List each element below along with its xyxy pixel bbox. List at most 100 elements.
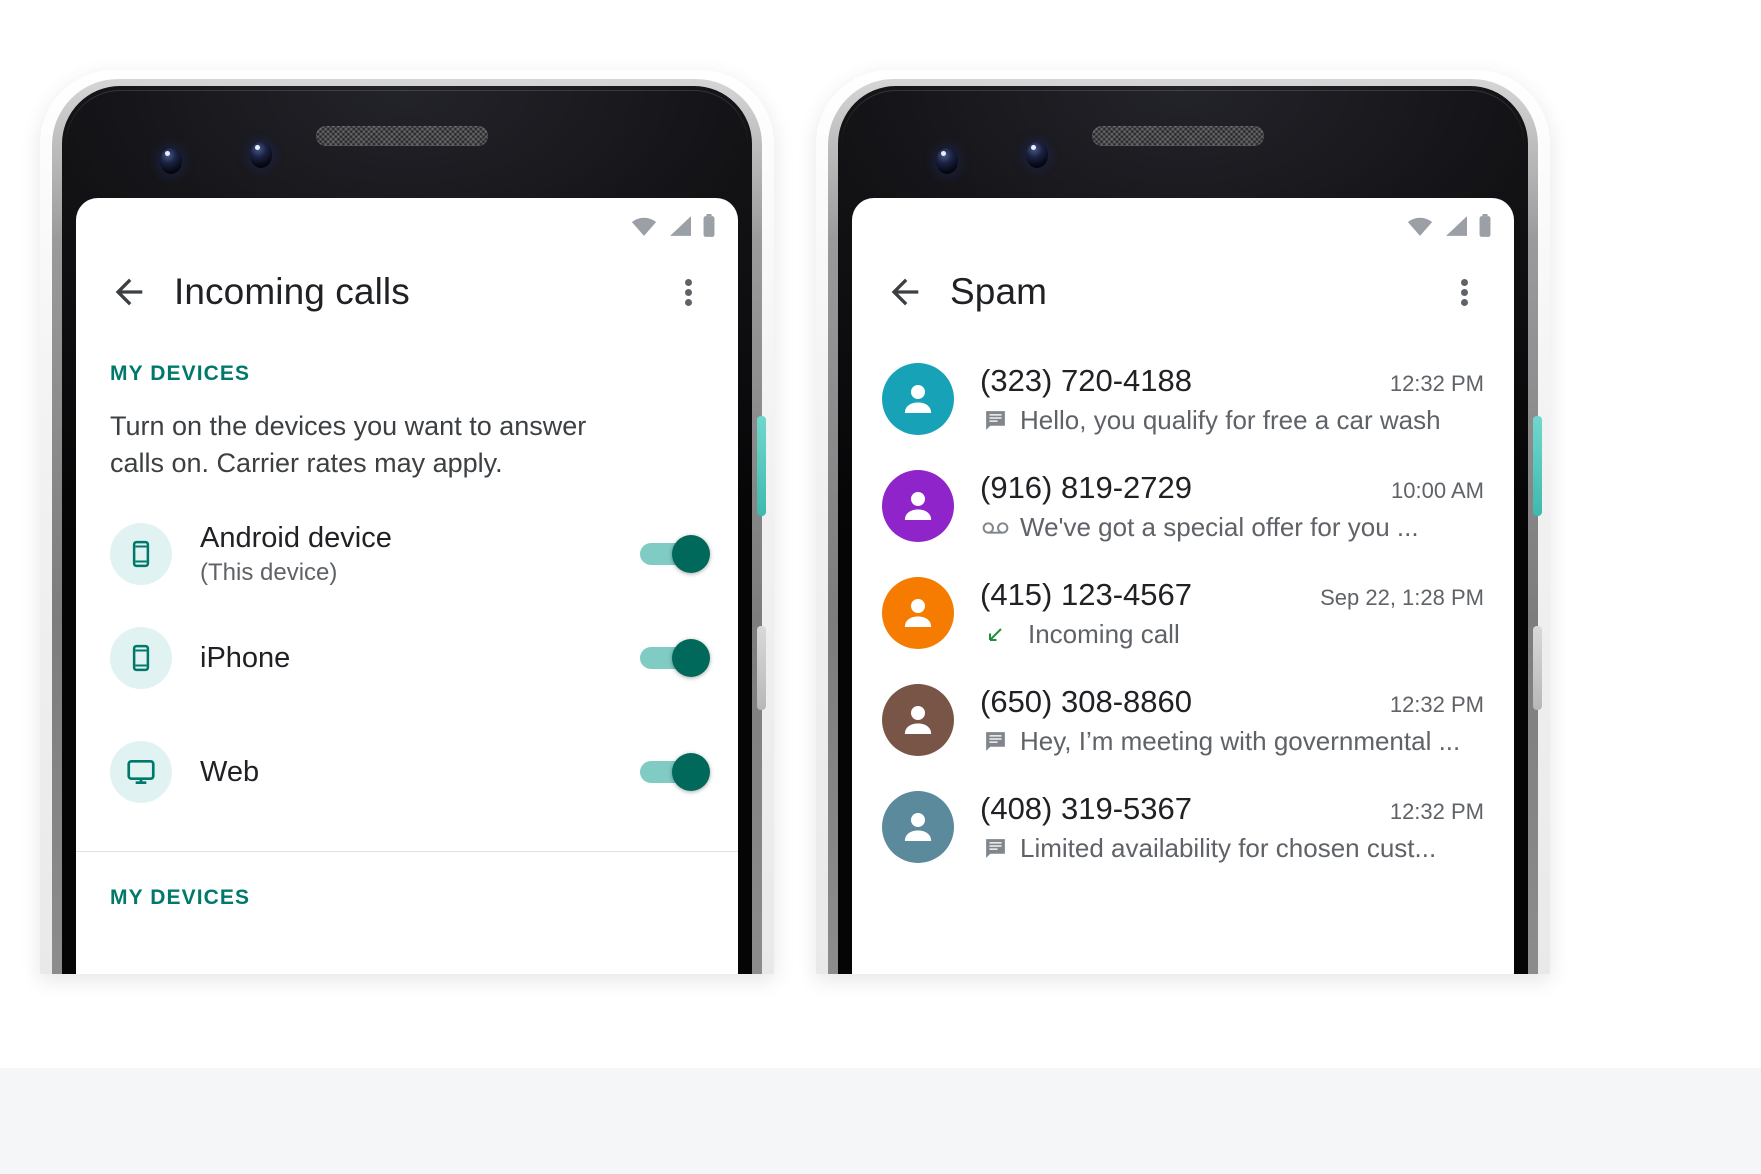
person-icon [904, 385, 932, 413]
avatar [882, 577, 954, 649]
person-icon [904, 706, 932, 734]
device-icon-wrap [110, 522, 172, 585]
page-title-left: Incoming calls [174, 271, 410, 312]
toggle-iphone[interactable] [640, 638, 710, 677]
spam-list-item[interactable]: (916) 819-2729 10:00 AM We've got a spec… [852, 453, 1514, 560]
toggle-web[interactable] [640, 752, 710, 791]
spam-timestamp: 12:32 PM [1389, 371, 1484, 396]
device-text-web: Web [200, 755, 640, 789]
person-icon [904, 492, 932, 520]
battery-icon [1479, 214, 1491, 237]
spam-list-item[interactable]: (650) 308-8860 12:32 PM Hey, I’m meeting… [852, 667, 1514, 774]
more-vert-icon [1460, 276, 1468, 309]
front-camera-icon [160, 148, 182, 174]
sms-message-icon [980, 836, 1010, 861]
spam-timestamp: Sep 22, 1:28 PM [1320, 585, 1484, 610]
phone-right: Spam (323) 720-4188 12:32 PM Hello, you … [816, 70, 1550, 974]
sms-message-icon [980, 408, 1010, 433]
back-button-left[interactable] [102, 265, 156, 319]
toggle-thumb [672, 752, 710, 791]
spam-item-content: (408) 319-5367 12:32 PM Limited availabi… [980, 791, 1484, 864]
battery-icon [703, 214, 715, 237]
voicemail-icon [980, 519, 1010, 537]
device-list: Android device (This device) iPhone Web [76, 483, 738, 829]
device-text-android: Android device (This device) [200, 521, 640, 587]
device-name-iphone: iPhone [200, 641, 291, 674]
person-icon [904, 599, 932, 627]
device-icon-wrap [110, 740, 172, 803]
overflow-menu-button-left[interactable] [664, 265, 712, 319]
earpiece-speaker-grille [316, 126, 488, 146]
avatar [882, 470, 954, 542]
spam-phone-number: (916) 819-2729 [980, 470, 1192, 505]
spam-preview-text: Hey, I’m meeting with governmental ... [1020, 726, 1461, 756]
status-bar-right [852, 198, 1514, 244]
avatar [882, 791, 954, 863]
spam-preview-text: Hello, you qualify for free a car wash [1020, 405, 1441, 435]
device-icon-wrap [110, 626, 172, 689]
toggle-thumb [672, 638, 710, 677]
avatar [882, 684, 954, 756]
spam-item-content: (650) 308-8860 12:32 PM Hey, I’m meeting… [980, 684, 1484, 757]
spam-item-sub-line: Limited availability for chosen cust... [980, 833, 1484, 864]
menu-dot [684, 298, 692, 306]
back-button-right[interactable] [878, 265, 932, 319]
spam-item-top-line: (916) 819-2729 10:00 AM [980, 470, 1484, 506]
cell-signal-icon [1446, 216, 1467, 236]
screen-incoming-calls: Incoming calls MY DEVICES Turn on the de… [76, 198, 738, 974]
device-row-iphone[interactable]: iPhone [76, 601, 738, 715]
incoming-call-arrow-icon [980, 623, 1010, 647]
phone-left-volume-button[interactable] [757, 626, 766, 710]
menu-dot [684, 288, 692, 296]
device-sub-android: (This device) [200, 558, 338, 586]
phone-left-power-button[interactable] [757, 416, 766, 516]
spam-item-content: (323) 720-4188 12:32 PM Hello, you quali… [980, 363, 1484, 436]
spam-list-item[interactable]: (415) 123-4567 Sep 22, 1:28 PM Incoming … [852, 560, 1514, 667]
spam-list-item[interactable]: (323) 720-4188 12:32 PM Hello, you quali… [852, 346, 1514, 453]
spam-timestamp: 12:32 PM [1389, 692, 1484, 717]
spam-item-content: (415) 123-4567 Sep 22, 1:28 PM Incoming … [980, 577, 1484, 650]
spam-item-sub-line: Hello, you qualify for free a car wash [980, 405, 1484, 436]
front-camera-icon [936, 148, 958, 174]
front-camera-secondary-icon [250, 142, 272, 168]
toggle-thumb [672, 534, 710, 573]
smartphone-icon [132, 644, 150, 671]
section-header-my-devices-2: MY DEVICES [110, 885, 251, 909]
device-row-android[interactable]: Android device (This device) [76, 507, 738, 601]
device-text-iphone: iPhone [200, 641, 640, 675]
page-bottom-strip [0, 1068, 1761, 1174]
menu-dot [1460, 278, 1468, 286]
spam-item-content: (916) 819-2729 10:00 AM We've got a spec… [980, 470, 1484, 543]
spam-item-top-line: (323) 720-4188 12:32 PM [980, 363, 1484, 399]
page-title-right: Spam [950, 271, 1048, 312]
smartphone-icon [132, 540, 150, 567]
spam-phone-number: (408) 319-5367 [980, 791, 1192, 826]
spam-list-item[interactable]: (408) 319-5367 12:32 PM Limited availabi… [852, 774, 1514, 881]
toggle-android-device[interactable] [640, 534, 710, 573]
spam-phone-number: (650) 308-8860 [980, 684, 1192, 719]
phone-right-power-button[interactable] [1533, 416, 1542, 516]
wifi-icon [631, 217, 657, 236]
phone-right-volume-button[interactable] [1533, 626, 1542, 710]
device-name-web: Web [200, 755, 260, 788]
device-row-web[interactable]: Web [76, 715, 738, 829]
appbar-spam: Spam [852, 244, 1514, 340]
spam-item-sub-line: Incoming call [980, 619, 1484, 650]
cell-signal-icon [670, 216, 691, 236]
sms-message-icon [980, 729, 1010, 754]
phone-left: Incoming calls MY DEVICES Turn on the de… [40, 70, 774, 974]
spam-phone-number: (323) 720-4188 [980, 363, 1192, 398]
spam-timestamp: 10:00 AM [1391, 478, 1484, 503]
spam-item-sub-line: Hey, I’m meeting with governmental ... [980, 726, 1484, 757]
spam-preview-text: Limited availability for chosen cust... [1020, 833, 1437, 863]
menu-dot [684, 278, 692, 286]
overflow-menu-button-right[interactable] [1440, 265, 1488, 319]
spam-item-top-line: (408) 319-5367 12:32 PM [980, 791, 1484, 827]
spam-preview-text: Incoming call [1028, 619, 1180, 649]
appbar-incoming-calls: Incoming calls [76, 244, 738, 340]
avatar [882, 363, 954, 435]
device-name-android: Android device [200, 521, 392, 554]
earpiece-speaker-grille [1092, 126, 1264, 146]
arrow-back-icon [891, 278, 919, 306]
spam-item-top-line: (415) 123-4567 Sep 22, 1:28 PM [980, 577, 1484, 613]
